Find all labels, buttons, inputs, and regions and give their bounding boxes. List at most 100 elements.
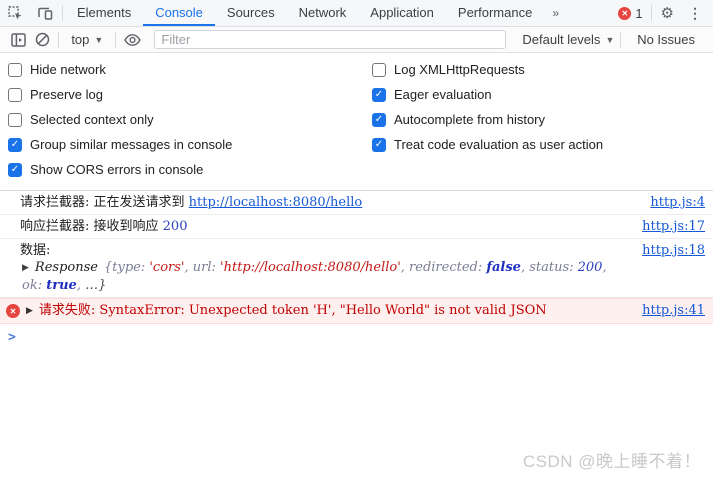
chevron-down-icon: ▼ [94, 35, 103, 45]
settings-left-column: ✓ Hide network ✓ Preserve log ✓ Selected… [0, 57, 372, 182]
setting-label: Preserve log [30, 87, 103, 102]
source-location-link[interactable]: http.js:17 [642, 218, 705, 235]
setting-eager-evaluation[interactable]: ✓ Eager evaluation [372, 82, 713, 107]
setting-selected-context-only[interactable]: ✓ Selected context only [8, 107, 372, 132]
error-badge-icon: ✕ [618, 7, 631, 20]
prop-value: true [46, 278, 77, 293]
tabbar-divider [62, 5, 63, 21]
prompt-chevron-icon: > [8, 330, 16, 345]
tab-application[interactable]: Application [358, 0, 446, 26]
setting-group-similar[interactable]: ✓ Group similar messages in console [8, 132, 372, 157]
log-levels-dropdown[interactable]: Default levels ▼ [522, 32, 614, 47]
kebab-menu-icon[interactable]: ⋮ [681, 5, 709, 22]
log-text: 数据: [20, 242, 630, 259]
error-message: ▶ 请求失败: SyntaxError: Unexpected token 'H'… [26, 302, 630, 320]
tab-network[interactable]: Network [287, 0, 359, 26]
console-sidebar-icon [11, 33, 26, 47]
setting-treat-eval-user-action[interactable]: ✓ Treat code evaluation as user action [372, 132, 713, 157]
preview-ellipsis: …} [85, 278, 106, 293]
live-expression-button[interactable] [122, 34, 142, 46]
device-toolbar-button[interactable] [30, 0, 60, 26]
log-levels-label: Default levels [522, 32, 600, 47]
tab-elements[interactable]: Elements [65, 0, 143, 26]
setting-log-xhr[interactable]: ✓ Log XMLHttpRequests [372, 57, 713, 82]
settings-gear-icon[interactable]: ⚙ [654, 4, 681, 22]
log-message: 请求拦截器: 正在发送请求到 http://localhost:8080/hel… [20, 194, 638, 211]
prop-value: false [486, 260, 521, 275]
more-tabs-button[interactable]: » [544, 0, 566, 26]
setting-label: Autocomplete from history [394, 112, 545, 127]
console-sidebar-toggle[interactable] [8, 33, 28, 47]
toolbar-divider-3 [620, 32, 621, 48]
setting-hide-network[interactable]: ✓ Hide network [8, 57, 372, 82]
checkbox[interactable]: ✓ [8, 138, 22, 152]
console-log-row: 请求拦截器: 正在发送请求到 http://localhost:8080/hel… [0, 191, 713, 215]
prop-name: redirected [409, 260, 478, 275]
console-toolbar: top ▼ Default levels ▼ No Issues [0, 27, 713, 53]
prop-name: ok [22, 278, 38, 293]
checkbox[interactable]: ✓ [8, 163, 22, 177]
log-text: 请求拦截器: 正在发送请求到 [20, 195, 189, 210]
device-toolbar-icon [37, 6, 53, 21]
setting-label: Treat code evaluation as user action [394, 137, 603, 152]
error-circle-icon: ✕ [6, 304, 20, 318]
issues-counter[interactable]: No Issues [627, 32, 705, 47]
chevron-down-icon: ▼ [605, 35, 614, 45]
error-counter-button[interactable]: ✕ 1 [612, 6, 648, 21]
tab-performance[interactable]: Performance [446, 0, 544, 26]
setting-label: Hide network [30, 62, 106, 77]
prop-value: 200 [578, 260, 603, 275]
prop-value: 'cors' [149, 260, 184, 275]
panel-tabs: Elements Console Sources Network Applica… [65, 0, 544, 26]
clear-console-button[interactable] [32, 32, 52, 47]
filter-container [154, 30, 506, 49]
checkbox[interactable]: ✓ [372, 88, 386, 102]
error-text: 请求失败: SyntaxError: Unexpected token 'H',… [39, 303, 547, 318]
console-error-row: ✕ ▶ 请求失败: SyntaxError: Unexpected token '… [0, 298, 713, 324]
log-message: 响应拦截器: 接收到响应 200 [20, 218, 630, 235]
filter-input[interactable] [154, 30, 506, 49]
prop-name: type [112, 260, 141, 275]
source-location-link[interactable]: http.js:41 [642, 302, 705, 319]
tab-console[interactable]: Console [143, 0, 215, 26]
tab-sources[interactable]: Sources [215, 0, 287, 26]
prop-value: 'http://localhost:8080/hello' [220, 260, 401, 275]
request-url-link[interactable]: http://localhost:8080/hello [189, 195, 363, 210]
settings-right-column: ✓ Log XMLHttpRequests ✓ Eager evaluation… [372, 57, 713, 182]
console-messages: 请求拦截器: 正在发送请求到 http://localhost:8080/hel… [0, 191, 713, 351]
tabbar-right-controls: ✕ 1 ⚙ ⋮ [612, 0, 713, 26]
context-selector[interactable]: top ▼ [65, 32, 109, 47]
checkbox[interactable]: ✓ [8, 63, 22, 77]
toolbar-divider-2 [115, 32, 116, 48]
eye-icon [124, 34, 141, 46]
error-count: 1 [635, 6, 642, 21]
expand-triangle-icon[interactable]: ▶ [26, 303, 33, 320]
csdn-watermark: CSDN @晚上睡不着！ [523, 447, 701, 472]
clear-console-icon [35, 32, 50, 47]
prop-name: status [529, 260, 569, 275]
object-class-name: Response [35, 260, 98, 275]
console-prompt-row[interactable]: > [0, 324, 713, 351]
checkbox[interactable]: ✓ [372, 138, 386, 152]
console-log-row: 数据: ▶Response{type: 'cors', url: 'http:/… [0, 239, 713, 298]
response-object-preview: ▶Response{type: 'cors', url: 'http://loc… [20, 259, 630, 294]
setting-label: Group similar messages in console [30, 137, 232, 152]
setting-autocomplete-history[interactable]: ✓ Autocomplete from history [372, 107, 713, 132]
context-selector-value: top [71, 32, 89, 47]
setting-label: Eager evaluation [394, 87, 492, 102]
inspect-element-button[interactable] [0, 0, 30, 26]
status-code: 200 [163, 219, 188, 234]
checkbox[interactable]: ✓ [8, 113, 22, 127]
log-message: 数据: ▶Response{type: 'cors', url: 'http:/… [20, 242, 630, 294]
checkbox[interactable]: ✓ [372, 113, 386, 127]
prop-name: url [193, 260, 212, 275]
source-location-link[interactable]: http.js:4 [650, 194, 705, 211]
source-location-link[interactable]: http.js:18 [642, 242, 705, 259]
setting-show-cors-errors[interactable]: ✓ Show CORS errors in console [8, 157, 372, 182]
checkbox[interactable]: ✓ [372, 63, 386, 77]
expand-triangle-icon[interactable]: ▶ [22, 260, 29, 277]
console-settings-panel: ✓ Hide network ✓ Preserve log ✓ Selected… [0, 53, 713, 191]
setting-preserve-log[interactable]: ✓ Preserve log [8, 82, 372, 107]
setting-label: Log XMLHttpRequests [394, 62, 525, 77]
checkbox[interactable]: ✓ [8, 88, 22, 102]
